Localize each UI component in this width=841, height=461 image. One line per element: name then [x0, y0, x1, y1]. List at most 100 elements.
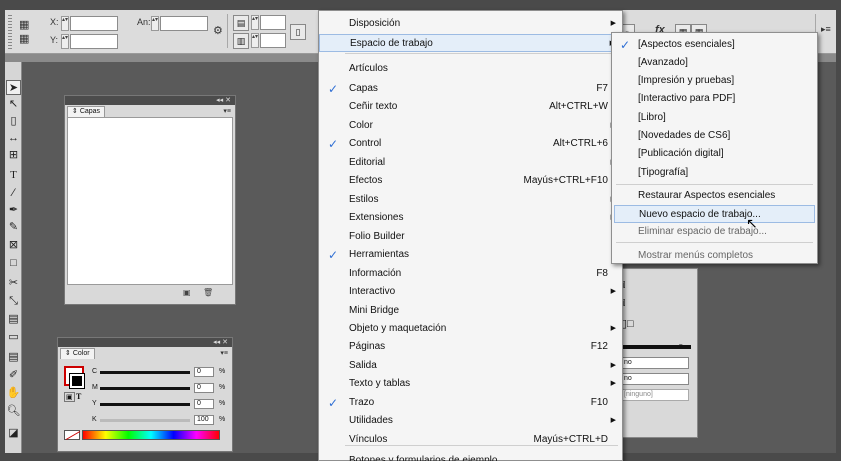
- pencil-tool-icon[interactable]: ✎: [6, 220, 21, 235]
- menu-item-folio-builder[interactable]: Folio Builder: [319, 228, 622, 246]
- gap-tool-icon[interactable]: ↔: [6, 131, 21, 146]
- layers-panel-header[interactable]: ◂◂ ✕: [65, 96, 235, 105]
- menu-item-control[interactable]: ✓ Control Alt+CTRL+6: [319, 135, 622, 153]
- workspace-item-restaurar-aspectos-esenciales[interactable]: Restaurar Aspectos esenciales: [614, 187, 815, 205]
- cyan-value[interactable]: 0: [194, 367, 214, 377]
- note-tool-icon[interactable]: ▤: [6, 350, 21, 365]
- right-field-2[interactable]: no: [621, 373, 689, 385]
- rectangle-frame-tool-icon[interactable]: ⊠: [6, 238, 21, 253]
- layers-panel-menu-icon[interactable]: ▾≡: [223, 107, 231, 115]
- gradient-swatch-tool-icon[interactable]: ▤: [6, 312, 21, 327]
- menu-item-capas[interactable]: ✓ Capas F7: [319, 80, 622, 98]
- menu-item-editorial[interactable]: Editorial▶: [319, 154, 622, 172]
- rotate-icon[interactable]: ▤: [233, 15, 249, 31]
- magenta-unit: %: [219, 384, 226, 391]
- menu-item-disposicion[interactable]: Disposición ▶: [319, 15, 622, 33]
- formatting-text-label[interactable]: T: [76, 392, 81, 401]
- menu-item-texto-y-tablas[interactable]: Texto y tablas ▶: [319, 375, 622, 393]
- menu-item-utilidades[interactable]: Utilidades ▶: [319, 412, 622, 430]
- reference-point-icon[interactable]: ▦: [19, 18, 29, 31]
- eyedropper-tool-icon[interactable]: ✐: [6, 368, 21, 383]
- menu-item-efectos[interactable]: Efectos Mayús+CTRL+F10: [319, 172, 622, 190]
- formatting-container-icon[interactable]: ▣: [64, 392, 75, 402]
- type-tool-icon[interactable]: T: [6, 168, 21, 183]
- workspace-item-interactivo-para-pdf[interactable]: [Interactivo para PDF]: [614, 90, 815, 108]
- menu-item-trazo[interactable]: ✓ Trazo F10: [319, 394, 622, 412]
- shear-icon[interactable]: ▥: [233, 33, 249, 49]
- menu-item-estilos[interactable]: Estilos▶: [319, 191, 622, 209]
- workspace-item-tipografia[interactable]: [Tipografía]: [614, 164, 815, 182]
- menu-item-articulos[interactable]: Artículos: [319, 60, 622, 78]
- right-field-1[interactable]: no: [621, 357, 689, 369]
- right-field-3[interactable]: [ninguno]: [621, 389, 689, 401]
- menu-item-mini-bridge[interactable]: Mini Bridge: [319, 302, 622, 320]
- black-value[interactable]: 100: [194, 415, 214, 425]
- fill-proxy-icon[interactable]: ▯: [290, 24, 306, 40]
- x-spinner[interactable]: ▴▾: [61, 16, 69, 31]
- rectangle-tool-icon[interactable]: □: [6, 256, 21, 271]
- y-field[interactable]: [70, 34, 118, 49]
- menu-item-interactivo[interactable]: Interactivo ▶: [319, 283, 622, 301]
- menu-item-extensiones[interactable]: Extensiones▶: [319, 209, 622, 227]
- chevron-down-icon[interactable]: ▾: [679, 342, 683, 350]
- scissors-tool-icon[interactable]: ✂: [6, 276, 21, 291]
- workspace-item-mostrar-menus-completos[interactable]: Mostrar menús completos: [614, 247, 815, 265]
- menu-item-informacion[interactable]: Información F8: [319, 265, 622, 283]
- color-panel-header[interactable]: ◂◂ ✕: [58, 338, 232, 347]
- yellow-value[interactable]: 0: [194, 399, 214, 409]
- free-transform-tool-icon[interactable]: ⤡: [6, 294, 21, 309]
- menu-item-botones-y-formularios-de-ejemplo[interactable]: Botones y formularios de ejemplo: [319, 452, 622, 461]
- menu-item-cenir-texto[interactable]: Ceñir texto Alt+CTRL+W: [319, 98, 622, 116]
- width-spinner[interactable]: ▴▾: [151, 16, 159, 31]
- pen-tool-icon[interactable]: ✒: [6, 203, 21, 218]
- shear-field[interactable]: [260, 33, 286, 48]
- yellow-slider[interactable]: [100, 403, 190, 406]
- workspace-item-publicacion-digital[interactable]: [Publicación digital]: [614, 145, 815, 163]
- workspace-item-libro[interactable]: [Libro]: [614, 109, 815, 127]
- black-slider[interactable]: [100, 419, 190, 422]
- control-grip[interactable]: [8, 15, 12, 49]
- none-swatch[interactable]: [64, 430, 81, 440]
- layers-panel-tab[interactable]: ⇕ Capas: [67, 106, 106, 117]
- workspace-item-novedades-de-cs6[interactable]: [Novedades de CS6]: [614, 127, 815, 145]
- workspace-item-nuevo-espacio-de-trabajo[interactable]: Nuevo espacio de trabajo...: [614, 205, 815, 223]
- workspace-item-eliminar-espacio-de-trabajo[interactable]: Eliminar espacio de trabajo...: [614, 223, 815, 241]
- y-spinner[interactable]: ▴▾: [61, 34, 69, 49]
- fill-stroke-icon[interactable]: ◪: [6, 426, 21, 441]
- menu-item-salida[interactable]: Salida ▶: [319, 357, 622, 375]
- magenta-slider[interactable]: [100, 387, 190, 390]
- menu-item-color[interactable]: Color▶: [319, 117, 622, 135]
- color-panel-tab[interactable]: ⇕ Color: [60, 348, 95, 359]
- menu-item-paginas[interactable]: Páginas F12: [319, 338, 622, 356]
- color-panel-menu-icon[interactable]: ▾≡: [220, 349, 228, 357]
- menu-item-espacio-de-trabajo[interactable]: Espacio de trabajo▶: [319, 34, 622, 52]
- menu-item-objeto-y-maquetacion[interactable]: Objeto y maquetación ▶: [319, 320, 622, 338]
- control-menu-icon[interactable]: ▸≡: [821, 24, 831, 35]
- hand-tool-icon[interactable]: ✋: [6, 386, 21, 401]
- color-spectrum-ramp[interactable]: [82, 430, 220, 440]
- rotate-spinner[interactable]: ▴▾: [251, 15, 259, 30]
- line-tool-icon[interactable]: ∕: [6, 186, 21, 201]
- menu-item-herramientas[interactable]: ✓ Herramientas: [319, 246, 622, 264]
- new-layer-icon[interactable]: ▣: [183, 288, 191, 297]
- menu-item-vinculos[interactable]: Vínculos Mayús+CTRL+D: [319, 431, 622, 449]
- page-tool-icon[interactable]: ▯: [6, 114, 21, 129]
- constrain-proportions-icon[interactable]: ⚙: [213, 24, 223, 37]
- layers-tab-label: Capas: [79, 108, 101, 115]
- delete-layer-icon[interactable]: 🗑︎: [203, 288, 213, 297]
- content-collector-icon[interactable]: ⊞: [6, 148, 21, 163]
- gradient-feather-tool-icon[interactable]: ▭: [6, 330, 21, 345]
- cyan-slider[interactable]: [100, 371, 190, 374]
- x-field[interactable]: [70, 16, 118, 31]
- shear-spinner[interactable]: ▴▾: [251, 33, 259, 48]
- width-field[interactable]: [160, 16, 208, 31]
- workspace-item-avanzado[interactable]: [Avanzado]: [614, 54, 815, 72]
- selection-tool-icon[interactable]: ➤: [6, 80, 21, 95]
- stroke-swatch[interactable]: [69, 373, 85, 389]
- rotate-field[interactable]: [260, 15, 286, 30]
- workspace-item-aspectos-esenciales[interactable]: ✓ [Aspectos esenciales]: [614, 36, 815, 54]
- zoom-tool-icon[interactable]: 🔍︎: [6, 404, 21, 419]
- magenta-value[interactable]: 0: [194, 383, 214, 393]
- workspace-item-impresion-y-pruebas[interactable]: [Impresión y pruebas]: [614, 72, 815, 90]
- direct-selection-tool-icon[interactable]: ↖: [6, 97, 21, 112]
